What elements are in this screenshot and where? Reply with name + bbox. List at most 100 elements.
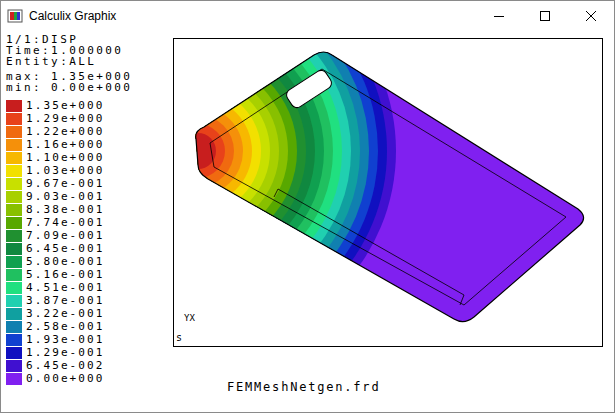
window-title: Calculix Graphix [29,9,116,23]
legend-row: 2.58e-001 [6,320,169,333]
legend-swatch [6,230,22,242]
legend-value: 9.03e-001 [26,190,105,203]
contour-band [174,39,387,340]
contour-field [174,39,602,346]
legend-value: 6.45e-001 [26,242,105,255]
legend-row: 9.03e-001 [6,190,169,203]
legend-value: 7.09e-001 [26,229,105,242]
legend-row: 9.67e-001 [6,177,169,190]
legend-swatch [6,217,22,229]
range-line: min: 0.00e+000 [6,82,169,93]
contour-band [174,106,243,196]
color-legend: 1.35e+0001.29e+0001.22e+0001.16e+0001.10… [6,99,169,385]
legend-value: 8.38e-001 [26,203,105,216]
contour-band [174,39,324,277]
title-bar: Calculix Graphix [1,1,614,31]
legend-row: 7.09e-001 [6,229,169,242]
legend-row: 4.51e-001 [6,281,169,294]
legend-value: 1.93e-001 [26,333,105,346]
legend-row: 3.87e-001 [6,294,169,307]
legend-row: 1.10e+000 [6,151,169,164]
range-block: max: 1.35e+000min: 0.00e+000 [6,71,169,93]
legend-swatch [6,243,22,255]
legend-row: 5.80e-001 [6,255,169,268]
contour-band [174,39,360,313]
legend-row: 1.03e+000 [6,164,169,177]
contour-band [174,39,369,322]
info-line: Time:1.000000 [6,45,169,56]
legend-swatch [6,204,22,216]
legend-swatch [6,295,22,307]
contour-band [174,79,270,223]
info-panel: 1/1:DISPTime:1.000000Entity:ALL max: 1.35… [1,31,169,412]
contour-band [174,61,288,241]
legend-swatch [6,360,22,372]
legend-value: 9.67e-001 [26,177,105,190]
camera-hole [284,68,333,110]
legend-value: 1.29e+000 [26,112,105,125]
legend-row: 0.00e+000 [6,372,169,385]
legend-value: 2.58e-001 [26,320,105,333]
app-window: Calculix Graphix 1/1:DISPTime:1.000000Ent… [0,0,615,413]
legend-swatch [6,373,22,385]
legend-value: 5.16e-001 [26,268,105,281]
contour-band [174,52,297,250]
calculix-icon [7,8,23,24]
maximize-button[interactable] [522,1,568,31]
file-name: FEMMeshNetgen.frd [227,380,614,394]
legend-value: 3.22e-001 [26,307,105,320]
legend-swatch [6,282,22,294]
legend-swatch [6,100,22,112]
legend-value: 1.22e+000 [26,125,105,138]
info-line: Entity:ALL [6,56,169,67]
contour-band [174,39,378,331]
contour-band [174,39,396,346]
legend-row: 1.16e+000 [6,138,169,151]
legend-row: 6.45e-001 [6,242,169,255]
corner-label: s [176,332,182,344]
legend-value: 6.45e-002 [26,359,105,372]
contour-band [174,88,261,214]
legend-swatch [6,321,22,333]
range-line: max: 1.35e+000 [6,71,169,82]
contour-band [174,39,315,268]
legend-swatch [6,178,22,190]
legend-value: 3.87e-001 [26,294,105,307]
legend-swatch [6,269,22,281]
legend-value: 7.74e-001 [26,216,105,229]
window-controls [476,1,614,31]
axis-triad: YX [184,313,195,323]
legend-swatch [6,126,22,138]
legend-swatch [6,191,22,203]
contour-band [174,43,306,259]
legend-row: 1.29e+000 [6,112,169,125]
legend-swatch [6,165,22,177]
info-line: 1/1:DISP [6,34,169,45]
contour-band [174,39,602,346]
legend-row: 7.74e-001 [6,216,169,229]
client-area: 1/1:DISPTime:1.000000Entity:ALL max: 1.35… [1,31,614,412]
legend-swatch [6,113,22,125]
legend-row: 1.22e+000 [6,125,169,138]
legend-value: 1.03e+000 [26,164,105,177]
minimize-button[interactable] [476,1,522,31]
contour-band [174,39,342,295]
view-column: YXs FEMMeshNetgen.frd [169,31,614,412]
close-button[interactable] [568,1,614,31]
legend-row: 8.38e-001 [6,203,169,216]
legend-value: 1.35e+000 [26,99,105,112]
close-icon [586,11,596,21]
legend-row: 1.93e-001 [6,333,169,346]
legend-swatch [6,347,22,359]
legend-value: 0.00e+000 [26,372,105,385]
legend-value: 4.51e-001 [26,281,105,294]
legend-swatch [6,308,22,320]
legend-row: 5.16e-001 [6,268,169,281]
legend-row: 1.35e+000 [6,99,169,112]
legend-swatch [6,139,22,151]
maximize-icon [540,11,550,21]
legend-row: 3.22e-001 [6,307,169,320]
model-viewport[interactable]: YXs [173,38,603,347]
contour-band [174,70,279,232]
legend-value: 1.29e-001 [26,346,105,359]
